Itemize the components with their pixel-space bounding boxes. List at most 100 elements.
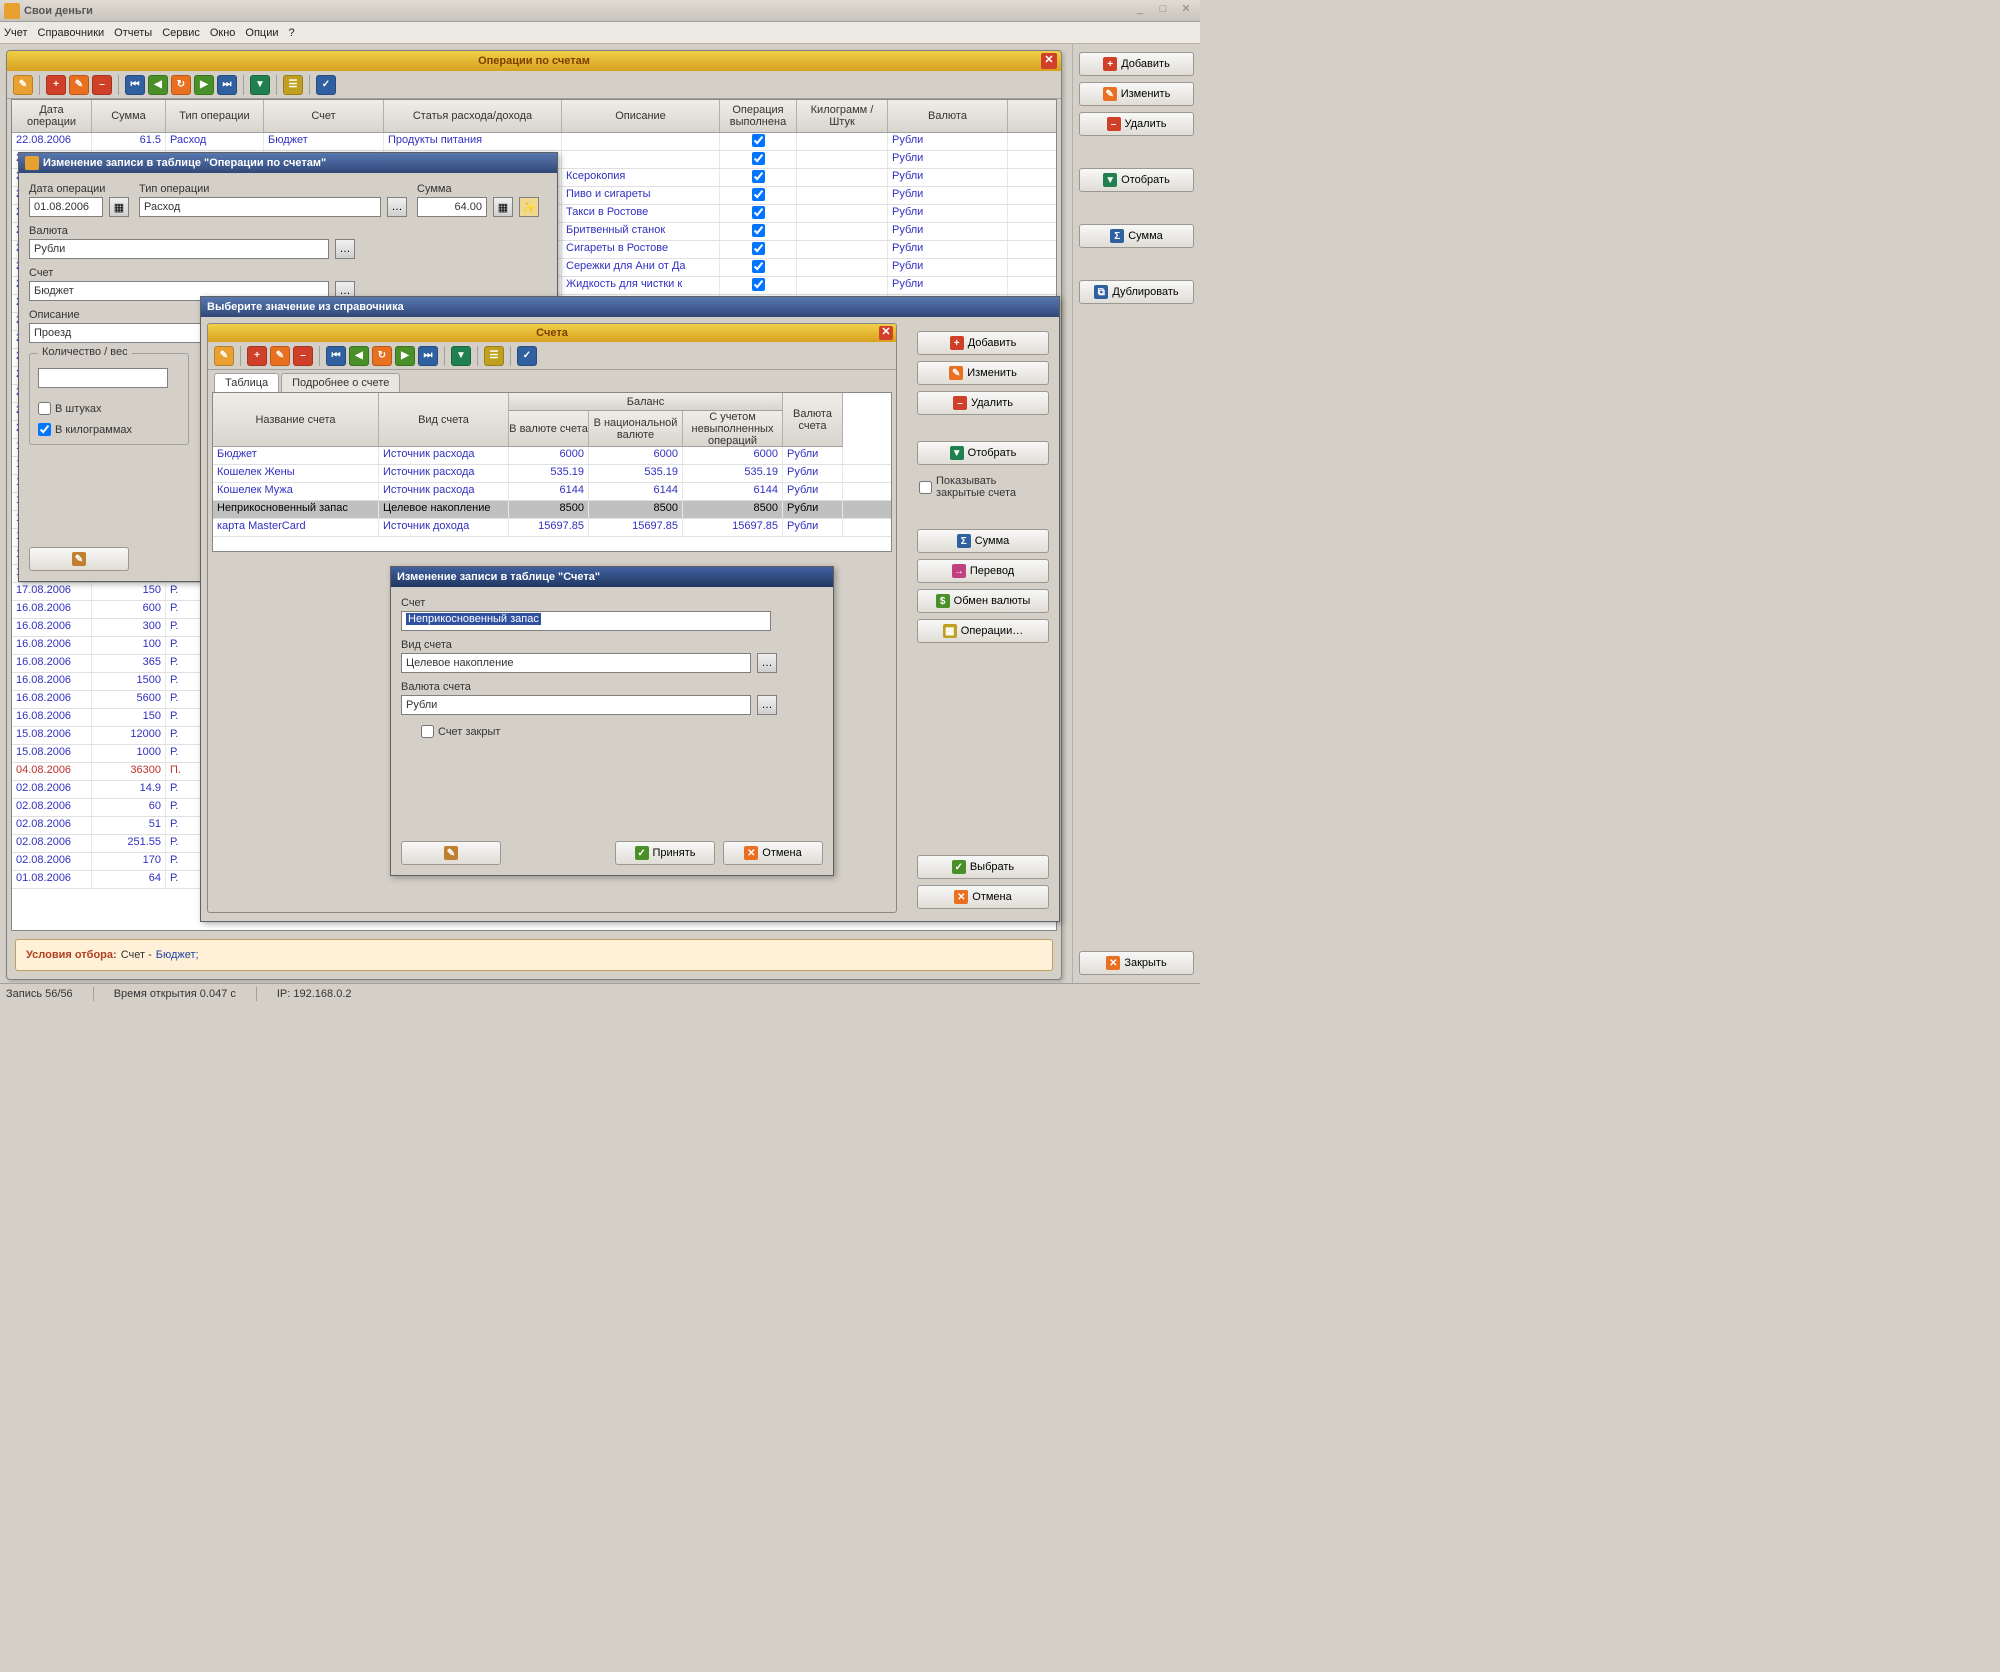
tb-add-icon[interactable]: + [46,75,66,95]
accts-titlebar: Счета ✕ [208,324,896,342]
ref-sum-button[interactable]: ΣСумма [917,529,1049,553]
ops-close-icon[interactable]: ✕ [1041,53,1057,69]
hdr-desc[interactable]: Описание [562,100,720,132]
tb-grp-icon[interactable]: ☰ [484,346,504,366]
delete-button[interactable]: –Удалить [1079,112,1194,136]
nav-next-icon[interactable]: ▶ [395,346,415,366]
funnel-icon: ▼ [1103,173,1117,187]
lookup-icon[interactable]: … [335,239,355,259]
sum-input[interactable] [417,197,487,217]
menu-help[interactable]: ? [289,27,295,39]
nav-prev-icon[interactable]: ◀ [349,346,369,366]
table-row[interactable]: Неприкосновенный запасЦелевое накопление… [213,501,891,519]
tb-edit-icon[interactable]: ✎ [270,346,290,366]
table-row[interactable]: Кошелек МужаИсточник расхода614461446144… [213,483,891,501]
tab-detail[interactable]: Подробнее о счете [281,373,400,392]
tb-check-icon[interactable]: ✓ [517,346,537,366]
brush-button[interactable]: ✎ [29,547,129,571]
brush-icon[interactable]: ✎ [13,75,33,95]
filter-button[interactable]: ▼Отобрать [1079,168,1194,192]
nav-refresh-icon[interactable]: ↻ [171,75,191,95]
hdr-done[interactable]: Операция выполнена [720,100,797,132]
date-input[interactable] [29,197,103,217]
acct-edit-title: Изменение записи в таблице "Счета" [391,567,833,587]
qty-input[interactable] [38,368,168,388]
hdr-date[interactable]: Дата операции [12,100,92,132]
edit-button[interactable]: ✎Изменить [1079,82,1194,106]
cb-show-closed[interactable] [919,481,932,494]
maximize-icon[interactable]: □ [1153,3,1173,19]
wizard-icon[interactable]: ✨ [519,197,539,217]
nav-last-icon[interactable]: ⏭ [217,75,237,95]
duplicate-button[interactable]: ⧉Дублировать [1079,280,1194,304]
ref-select-button[interactable]: ✓Выбрать [917,855,1049,879]
tb-funnel-icon[interactable]: ▼ [451,346,471,366]
lookup-icon[interactable]: … [387,197,407,217]
hdr-art[interactable]: Статья расхода/дохода [384,100,562,132]
brush-icon[interactable]: ✎ [214,346,234,366]
nav-next-icon[interactable]: ▶ [194,75,214,95]
ref-ops-button[interactable]: ▦Операции… [917,619,1049,643]
brush-button[interactable]: ✎ [401,841,501,865]
tb-del-icon[interactable]: – [92,75,112,95]
cb-pieces[interactable] [38,402,51,415]
cb-kg[interactable] [38,423,51,436]
accts-close-icon[interactable]: ✕ [879,326,893,340]
ref-del-button[interactable]: –Удалить [917,391,1049,415]
nav-first-icon[interactable]: ⏮ [326,346,346,366]
tb-edit-icon[interactable]: ✎ [69,75,89,95]
lookup-icon[interactable]: … [757,695,777,715]
lookup-icon[interactable]: … [757,653,777,673]
acct-cur-input[interactable] [401,695,751,715]
tb-grp-icon[interactable]: ☰ [283,75,303,95]
ref-add-button[interactable]: +Добавить [917,331,1049,355]
tab-table[interactable]: Таблица [214,373,279,392]
tb-add-icon[interactable]: + [247,346,267,366]
acct-kind-input[interactable] [401,653,751,673]
ops-toolbar: ✎ + ✎ – ⏮ ◀ ↻ ▶ ⏭ ▼ ☰ ✓ [7,71,1061,99]
funnel-icon: ▼ [950,446,964,460]
close-icon[interactable]: ✕ [1176,2,1196,18]
minimize-icon[interactable]: _ [1130,3,1150,19]
menu-okno[interactable]: Окно [210,27,236,39]
menu-sprav[interactable]: Справочники [38,27,105,39]
calendar-icon[interactable]: ▦ [109,197,129,217]
nav-refresh-icon[interactable]: ↻ [372,346,392,366]
dlg-icon [25,156,39,170]
table-row[interactable]: 22.08.200661.5РасходБюджетПродукты питан… [12,133,1056,151]
ref-exchange-button[interactable]: $Обмен валюты [917,589,1049,613]
hdr-sum[interactable]: Сумма [92,100,166,132]
brush-icon: ✎ [72,552,86,566]
close-button[interactable]: ✕Закрыть [1079,951,1194,975]
cancel-button[interactable]: ✕Отмена [723,841,823,865]
menu-otch[interactable]: Отчеты [114,27,152,39]
ref-filter-button[interactable]: ▼Отобрать [917,441,1049,465]
hdr-cur[interactable]: Валюта [888,100,1008,132]
acct-name-input[interactable]: Неприкосновенный запас [401,611,771,631]
table-row[interactable]: карта MasterCardИсточник дохода15697.851… [213,519,891,537]
nav-last-icon[interactable]: ⏭ [418,346,438,366]
ref-transfer-button[interactable]: →Перевод [917,559,1049,583]
sum-button[interactable]: ΣСумма [1079,224,1194,248]
table-row[interactable]: БюджетИсточник расхода600060006000Рубли [213,447,891,465]
tb-check-icon[interactable]: ✓ [316,75,336,95]
hdr-acct[interactable]: Счет [264,100,384,132]
ref-cancel-button[interactable]: ✕Отмена [917,885,1049,909]
menu-serv[interactable]: Сервис [162,27,200,39]
currency-input[interactable] [29,239,329,259]
calc-icon[interactable]: ▦ [493,197,513,217]
hdr-type[interactable]: Тип операции [166,100,264,132]
hdr-kg[interactable]: Килограмм / Штук [797,100,888,132]
menu-opc[interactable]: Опции [245,27,278,39]
cb-acct-closed[interactable] [421,725,434,738]
nav-prev-icon[interactable]: ◀ [148,75,168,95]
add-button[interactable]: +Добавить [1079,52,1194,76]
type-input[interactable] [139,197,381,217]
table-row[interactable]: Кошелек ЖеныИсточник расхода535.19535.19… [213,465,891,483]
menu-uchet[interactable]: Учет [4,27,28,39]
tb-del-icon[interactable]: – [293,346,313,366]
ref-edit-button[interactable]: ✎Изменить [917,361,1049,385]
tb-funnel-icon[interactable]: ▼ [250,75,270,95]
nav-first-icon[interactable]: ⏮ [125,75,145,95]
accept-button[interactable]: ✓Принять [615,841,715,865]
